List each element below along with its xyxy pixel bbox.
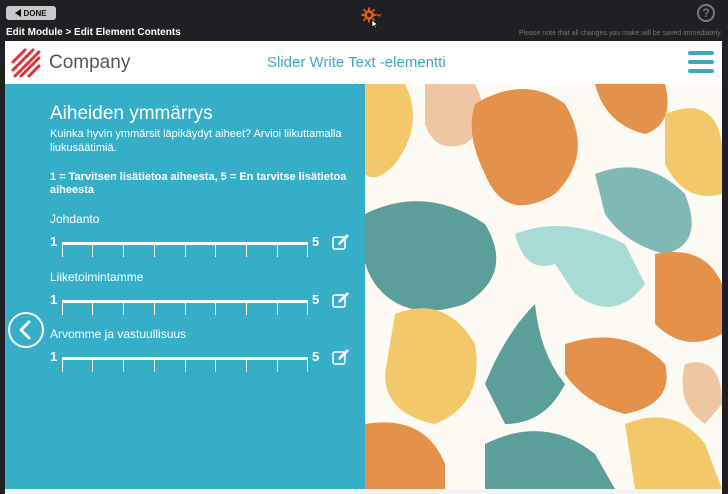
slider-label: Arvomme ja vastuullisuus bbox=[50, 327, 187, 341]
edit-icon[interactable] bbox=[332, 349, 350, 365]
breadcrumb: Edit Module > Edit Element Contents bbox=[6, 27, 181, 38]
slider-min: 1 bbox=[50, 292, 58, 307]
slider-track[interactable] bbox=[62, 300, 308, 315]
editor-toolbar: DONE ? Edit Module > Edit Element Conten… bbox=[0, 0, 728, 41]
slider-label: Liiketoimintamme bbox=[50, 270, 144, 284]
slider-min: 1 bbox=[50, 234, 58, 249]
autosave-notice: Please note that all changes you make wi… bbox=[519, 30, 722, 37]
rating-slider[interactable]: 1 5 bbox=[50, 349, 352, 372]
page-title: Slider Write Text -elementti bbox=[267, 54, 446, 71]
content-panel: Aiheiden ymmärrys Kuinka hyvin ymmärsit … bbox=[5, 84, 365, 489]
rating-slider[interactable]: 1 5 bbox=[50, 292, 352, 315]
back-arrow-icon bbox=[15, 9, 22, 17]
slider-track[interactable] bbox=[62, 242, 308, 257]
done-button[interactable]: DONE bbox=[6, 6, 56, 20]
help-icon[interactable]: ? bbox=[697, 4, 715, 22]
module-preview: Company Slider Write Text -elementti Aih… bbox=[5, 41, 722, 494]
company-name: Company bbox=[49, 52, 131, 73]
slider-track[interactable] bbox=[62, 357, 308, 372]
slider-max: 5 bbox=[312, 292, 320, 307]
chevron-left-icon bbox=[19, 320, 31, 340]
intro-text: Kuinka hyvin ymmärsit läpikäydyt aiheet?… bbox=[50, 128, 342, 154]
previous-slide-button[interactable] bbox=[8, 312, 44, 348]
slider-max: 5 bbox=[312, 234, 320, 249]
gear-icon[interactable] bbox=[361, 6, 383, 28]
scale-explanation: 1 = Tarvitsen lisätietoa aiheesta, 5 = E… bbox=[50, 171, 347, 196]
slider-max: 5 bbox=[312, 349, 320, 364]
slider-label: Johdanto bbox=[50, 212, 100, 226]
company-logo bbox=[11, 48, 41, 78]
app-header: Company Slider Write Text -elementti bbox=[5, 41, 722, 85]
content-heading: Aiheiden ymmärrys bbox=[50, 103, 213, 124]
slider-min: 1 bbox=[50, 349, 58, 364]
rating-slider[interactable]: 1 5 bbox=[50, 234, 352, 257]
decorative-illustration bbox=[365, 84, 722, 489]
done-label: DONE bbox=[23, 8, 47, 18]
edit-icon[interactable] bbox=[332, 292, 350, 308]
edit-icon[interactable] bbox=[332, 234, 350, 250]
hamburger-menu-icon[interactable] bbox=[688, 51, 714, 73]
footer-strip bbox=[5, 489, 722, 494]
